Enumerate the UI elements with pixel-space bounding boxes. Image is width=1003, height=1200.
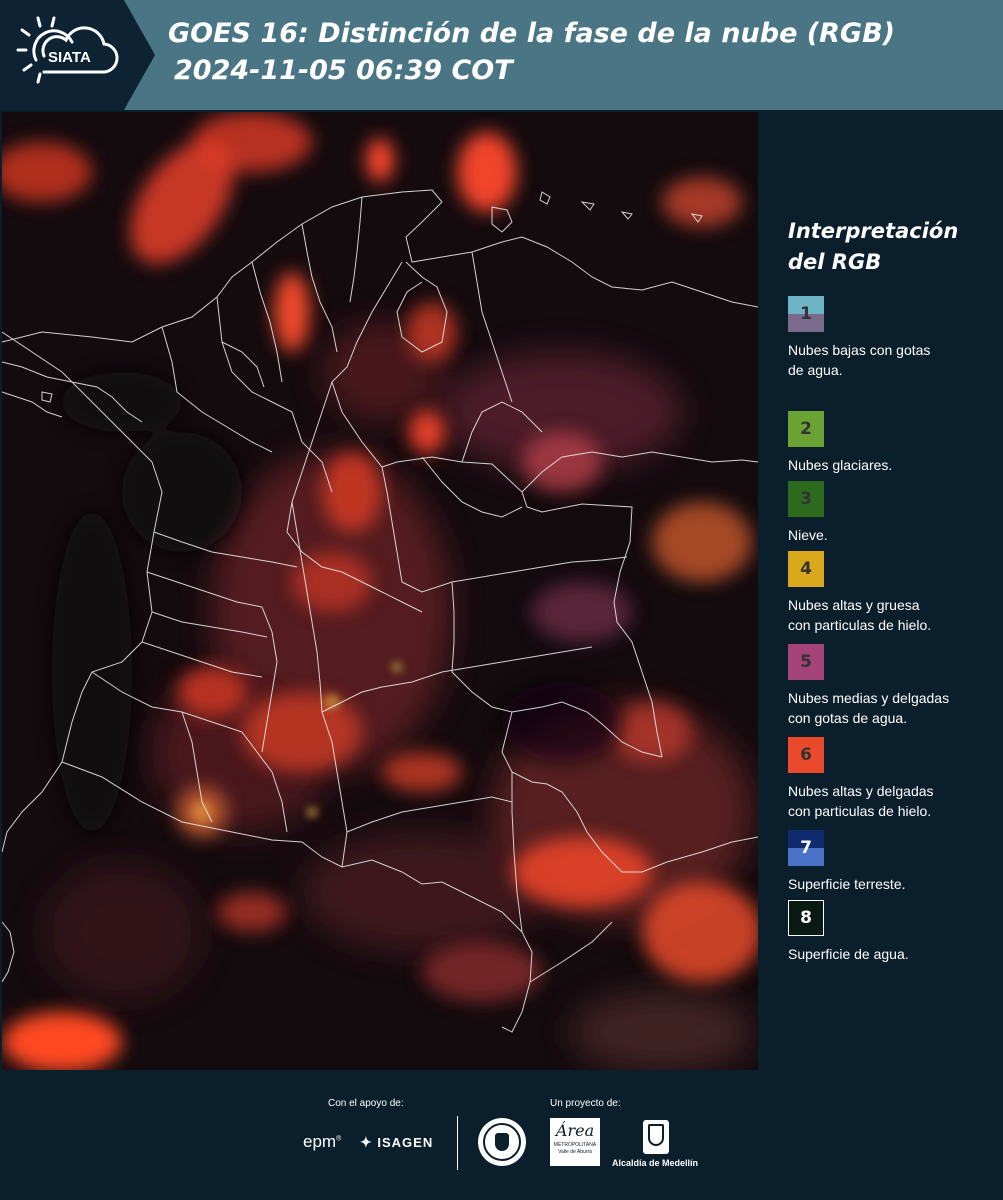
legend-items: 1 Nubes bajas con gotas de agua. 2 Nubes gla… <box>788 296 998 970</box>
support-label: Con el apoyo de: <box>328 1098 404 1109</box>
legend-item-2: 2 Nubes glaciares. <box>788 411 998 481</box>
legend-number: 2 <box>800 419 812 439</box>
legend-swatch-2: 2 <box>788 411 824 447</box>
legend-item-6: 6 Nubes altas y delgadas con particulas de… <box>788 737 998 830</box>
legend-item-1: 1 Nubes bajas con gotas de agua. <box>788 296 998 411</box>
legend-item-7: 7 Superficie terreste. <box>788 830 998 900</box>
legend-panel: Interpretación del RGB 1 Nubes bajas con … <box>788 216 998 970</box>
legend-label: Nubes glaciares. <box>788 457 893 473</box>
antioquia-seal-icon[interactable] <box>478 1118 526 1166</box>
project-label: Un proyecto de: <box>550 1098 621 1109</box>
legend-label: Superficie terreste. <box>788 876 906 892</box>
legend-label: Nieve. <box>788 527 828 543</box>
legend-swatch-4: 4 <box>788 551 824 587</box>
footer: Con el apoyo de: Un proyecto de: epm® ✦ … <box>0 1070 1003 1200</box>
legend-number: 8 <box>800 908 812 928</box>
legend-item-8: 8 Superficie de agua. <box>788 900 998 970</box>
legend-number: 1 <box>800 304 812 324</box>
epm-logo[interactable]: epm® <box>303 1132 341 1152</box>
area-metropolitana-logo[interactable]: Área METROPOLITANA Valle de Aburrá <box>550 1118 600 1166</box>
alcaldia-logo[interactable]: Alcaldía de Medellín <box>612 1158 698 1168</box>
legend-label: Nubes altas y gruesa con particulas de hi… <box>788 597 932 633</box>
legend-number: 6 <box>800 745 812 765</box>
isagen-star-icon: ✦ <box>360 1134 373 1150</box>
siata-logo[interactable]: SIATA <box>0 0 155 110</box>
legend-swatch-1: 1 <box>788 296 824 332</box>
logo-text: SIATA <box>48 49 91 66</box>
isagen-logo[interactable]: ✦ ISAGEN <box>360 1134 433 1151</box>
legend-number: 5 <box>800 652 812 672</box>
legend-label: Superficie de agua. <box>788 946 909 962</box>
legend-number: 7 <box>800 838 812 858</box>
legend-swatch-3: 3 <box>788 481 824 517</box>
satellite-map[interactable] <box>2 112 758 1070</box>
legend-number: 3 <box>800 489 812 509</box>
legend-swatch-6: 6 <box>788 737 824 773</box>
legend-item-3: 3 Nieve. <box>788 481 998 551</box>
legend-swatch-5: 5 <box>788 644 824 680</box>
legend-label: Nubes altas y delgadas con particulas de … <box>788 783 934 819</box>
legend-label: Nubes medias y delgadas con gotas de agua… <box>788 690 950 726</box>
timestamp: 2024-11-05 06:39 COT <box>174 55 513 86</box>
sun-cloud-icon: SIATA <box>16 16 119 84</box>
page-title: GOES 16: Distinción de la fase de la nub… <box>168 18 895 49</box>
footer-divider <box>457 1116 458 1170</box>
legend-item-5: 5 Nubes medias y delgadas con gotas de agu… <box>788 644 998 737</box>
legend-item-4: 4 Nubes altas y gruesa con particulas de h… <box>788 551 998 644</box>
legend-label: Nubes bajas con gotas de agua. <box>788 342 931 378</box>
header-bar: SIATA GOES 16: Distinción de la fase de … <box>0 0 1003 110</box>
medellin-shield-icon <box>643 1120 669 1154</box>
legend-swatch-7: 7 <box>788 830 824 866</box>
legend-swatch-8: 8 <box>788 900 824 936</box>
legend-title: Interpretación del RGB <box>788 219 959 274</box>
legend-number: 4 <box>800 559 812 579</box>
